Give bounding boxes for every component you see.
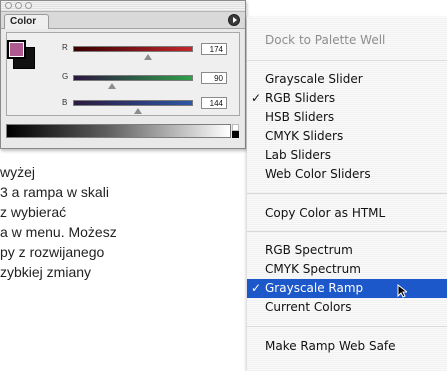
channel-label-r: R: [62, 43, 68, 52]
menu-item-label: Grayscale Slider: [265, 72, 363, 86]
menu-item-rgb-spectrum[interactable]: RGB Spectrum: [247, 241, 447, 260]
blue-value-field[interactable]: 144: [201, 97, 227, 109]
blue-slider[interactable]: [73, 100, 193, 106]
menu-item-label: Copy Color as HTML: [265, 206, 386, 220]
channel-label-b: B: [62, 98, 68, 107]
menu-separator: [247, 326, 447, 327]
menu-item-label: Make Ramp Web Safe: [265, 339, 396, 353]
menu-item-hsb-sliders[interactable]: HSB Sliders: [247, 108, 447, 127]
text-line: py z rozwijanego: [0, 244, 105, 260]
menu-item-grayscale-ramp[interactable]: ✓ Grayscale Ramp: [247, 279, 447, 298]
menu-item-label: Web Color Sliders: [265, 167, 371, 181]
menu-item-cmyk-spectrum[interactable]: CMYK Spectrum: [247, 260, 447, 279]
palette-menu-arrow-icon[interactable]: [228, 14, 240, 26]
color-ramp[interactable]: [6, 124, 231, 138]
channel-label-g: G: [62, 72, 69, 81]
green-value-field[interactable]: 90: [201, 72, 227, 84]
menu-item-cmyk-sliders[interactable]: CMYK Sliders: [247, 127, 447, 146]
menu-item-current-colors[interactable]: Current Colors: [247, 298, 447, 317]
text-line: zybkiej zmiany: [0, 264, 92, 280]
close-window-button[interactable]: [5, 2, 12, 9]
blue-slider-thumb[interactable]: [134, 108, 142, 114]
menu-separator: [247, 231, 447, 232]
mouse-pointer-icon: [397, 284, 407, 298]
menu-item-copy-color-as-html[interactable]: Copy Color as HTML: [247, 204, 447, 223]
foreground-color-swatch[interactable]: [7, 40, 26, 59]
green-slider-thumb[interactable]: [108, 83, 116, 89]
tab-color[interactable]: Color: [4, 14, 50, 29]
tab-bar: Color: [1, 12, 245, 29]
checkmark-icon: ✓: [251, 91, 262, 105]
menu-item-label: Current Colors: [265, 300, 352, 314]
ramp-white-swatch[interactable]: [232, 124, 239, 131]
menu-item-label: Lab Sliders: [265, 148, 331, 162]
color-palette-window: Color R 174 G 90 B 144: [0, 0, 246, 149]
zoom-window-button[interactable]: [25, 2, 32, 9]
text-line: a w menu. Możesz: [0, 224, 117, 240]
menu-item-label: RGB Spectrum: [265, 243, 353, 257]
menu-item-label: RGB Sliders: [265, 91, 336, 105]
menu-item-label: HSB Sliders: [265, 110, 335, 124]
red-slider[interactable]: [73, 46, 193, 52]
menu-item-web-color-sliders[interactable]: Web Color Sliders: [247, 165, 447, 184]
red-value-field[interactable]: 174: [201, 43, 227, 55]
checkmark-icon: ✓: [251, 281, 262, 295]
menu-item-label: CMYK Sliders: [265, 129, 344, 143]
menu-item-label: Grayscale Ramp: [265, 281, 364, 295]
red-slider-thumb[interactable]: [144, 54, 152, 60]
menu-item-rgb-sliders[interactable]: ✓ RGB Sliders: [247, 89, 447, 108]
menu-item-dock-to-palette-well[interactable]: Dock to Palette Well: [247, 31, 447, 50]
menu-item-grayscale-slider[interactable]: Grayscale Slider: [247, 70, 447, 89]
menu-item-label: Dock to Palette Well: [265, 33, 386, 47]
title-bar[interactable]: [1, 1, 245, 12]
text-line: z wybierać: [0, 204, 67, 220]
palette-options-menu: Dock to Palette Well Grayscale Slider ✓ …: [247, 17, 447, 371]
ramp-black-swatch[interactable]: [232, 131, 239, 138]
green-slider[interactable]: [73, 75, 193, 81]
minimize-window-button[interactable]: [15, 2, 22, 9]
menu-separator: [247, 193, 447, 194]
menu-separator: [247, 60, 447, 61]
menu-item-make-ramp-web-safe[interactable]: Make Ramp Web Safe: [247, 337, 447, 356]
text-line: 3 a rampa w skali: [0, 184, 109, 200]
menu-item-label: CMYK Spectrum: [265, 262, 361, 276]
text-line: wyżej: [0, 164, 36, 180]
menu-item-lab-sliders[interactable]: Lab Sliders: [247, 146, 447, 165]
document-text: wyżej 3 a rampa w skali z wybierać a w m…: [0, 162, 262, 282]
